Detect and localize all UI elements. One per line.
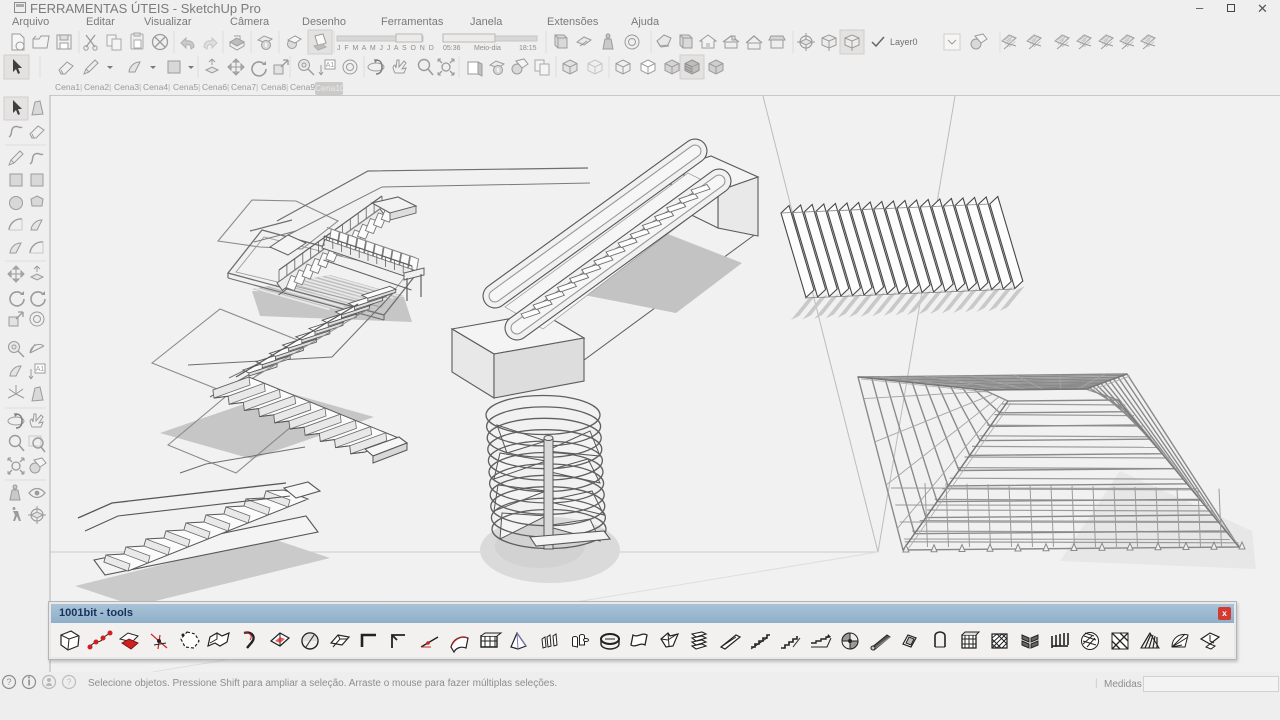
svg-text:05:36: 05:36 [443,45,461,52]
svg-text:Meio-dia: Meio-dia [474,45,501,52]
svg-text:A1: A1 [36,366,45,373]
svg-text:?: ? [6,677,11,687]
svg-text:A1: A1 [326,62,335,69]
svg-text:18:15: 18:15 [519,45,537,52]
svg-text:J F M A M J J A S O N D: J F M A M J J A S O N D [337,45,435,52]
svg-text:?: ? [66,677,71,687]
svg-text:Layer0: Layer0 [890,37,918,47]
